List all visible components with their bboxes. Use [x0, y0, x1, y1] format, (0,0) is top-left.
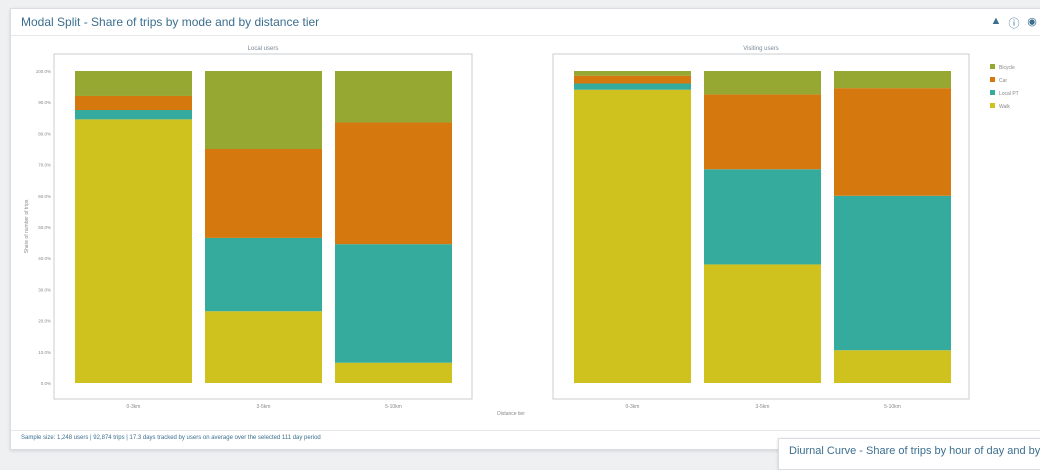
bar-segment-bicycle: [205, 71, 322, 149]
x-tick-label: 5-10km: [385, 404, 402, 410]
legend-label: Car: [999, 78, 1007, 84]
y-tick-label: 100.0%: [36, 69, 51, 74]
bar-segment-bicycle: [335, 71, 452, 123]
legend-swatch: [990, 103, 995, 108]
y-tick-label: 60.0%: [38, 194, 51, 199]
bar-segment-walk: [335, 362, 452, 383]
y-tick-label: 80.0%: [38, 131, 51, 136]
y-axis-label: Share of number of trips: [24, 199, 30, 253]
x-tick-label: 0-3km: [127, 404, 141, 410]
legend-label: Local PT: [999, 91, 1019, 97]
bar-segment-local-pt: [75, 110, 192, 120]
y-tick-label: 30.0%: [38, 287, 51, 292]
bar-segment-walk: [205, 311, 322, 383]
diurnal-panel-title: Diurnal Curve - Share of trips by hour o…: [789, 445, 1040, 457]
y-tick-label: 10.0%: [38, 350, 51, 355]
x-axis-label: Distance tier: [497, 411, 525, 417]
bar-segment-walk: [704, 264, 821, 383]
x-tick-label: 5-10km: [884, 404, 901, 410]
modal-split-panel: Modal Split - Share of trips by mode and…: [10, 8, 1040, 450]
bar-segment-walk: [834, 350, 951, 383]
y-tick-label: 40.0%: [38, 256, 51, 261]
bar-segment-local-pt: [704, 169, 821, 265]
legend-swatch: [990, 77, 995, 82]
y-tick-label: 70.0%: [38, 163, 51, 168]
x-tick-label: 3-5km: [257, 404, 271, 410]
facet-title: Local users: [248, 46, 279, 52]
bar-segment-car: [335, 122, 452, 245]
legend-swatch: [990, 64, 995, 69]
facet-title: Visiting users: [743, 46, 779, 52]
bar-segment-walk: [75, 119, 192, 384]
legend-label: Walk: [999, 104, 1010, 110]
bar-segment-local-pt: [335, 244, 452, 363]
bar-segment-walk: [574, 89, 691, 383]
y-tick-label: 50.0%: [38, 225, 51, 230]
bar-segment-bicycle: [574, 71, 691, 76]
bar-segment-bicycle: [704, 71, 821, 95]
bar-segment-car: [574, 75, 691, 84]
bar-segment-car: [75, 95, 192, 110]
sample-size-text: Sample size: 1,248 users | 92,874 trips …: [21, 435, 321, 441]
bar-segment-local-pt: [834, 195, 951, 351]
legend-swatch: [990, 90, 995, 95]
x-tick-label: 3-5km: [756, 404, 770, 410]
y-tick-label: 20.0%: [38, 319, 51, 324]
x-tick-label: 0-3km: [626, 404, 640, 410]
modal-split-chart: Local users 0-3km 3-5km 5-10km 0.0% 10.0% 20.0…: [24, 46, 1019, 417]
bar-segment-bicycle: [834, 71, 951, 89]
bar-segment-car: [704, 94, 821, 170]
bar-segment-bicycle: [75, 71, 192, 96]
bar-segment-car: [205, 149, 322, 238]
legend-label: Bicycle: [999, 65, 1015, 71]
y-tick-label: 0.0%: [41, 381, 51, 386]
diurnal-curve-panel: Diurnal Curve - Share of trips by hour o…: [778, 438, 1040, 470]
bar-segment-local-pt: [574, 83, 691, 90]
bar-segment-car: [834, 88, 951, 196]
y-tick-label: 90.0%: [38, 100, 51, 105]
bar-segment-local-pt: [205, 237, 322, 312]
